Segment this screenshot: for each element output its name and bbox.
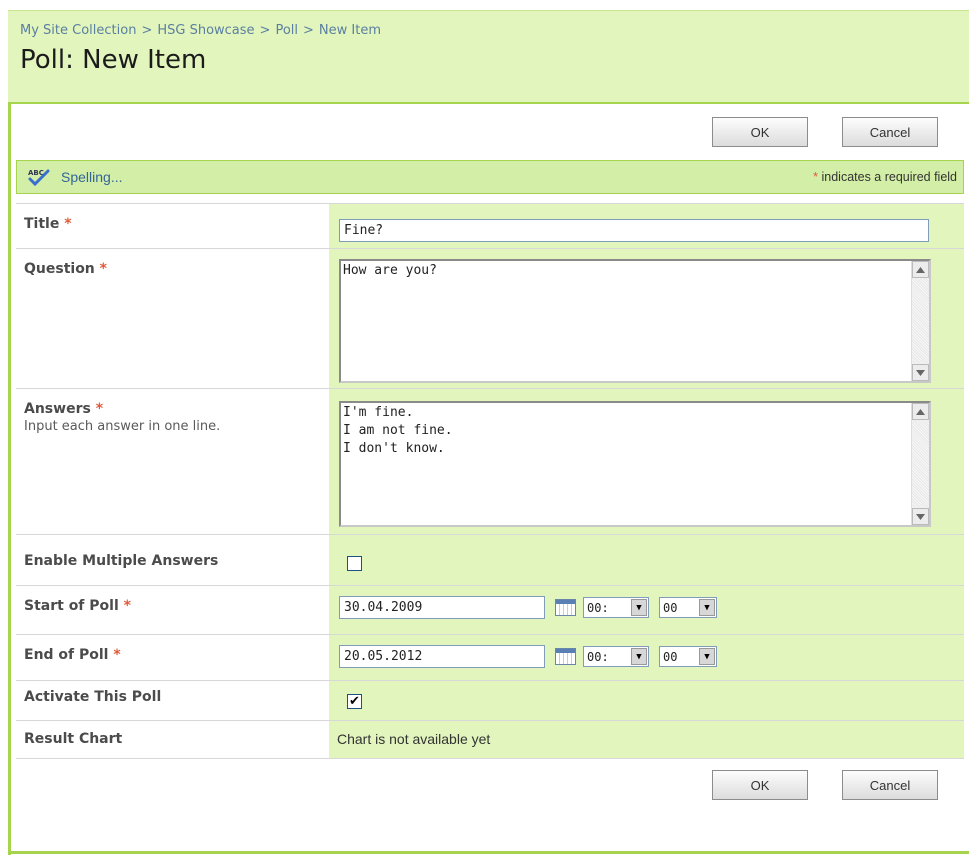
page-header: My Site Collection > HSG Showcase > Poll > New… — [8, 10, 969, 102]
multiple-answers-checkbox[interactable] — [347, 556, 362, 571]
answer-line: I am not fine. — [343, 423, 453, 438]
start-hour-select[interactable]: 00: ▼ — [583, 597, 649, 618]
answer-line: I don't know. — [343, 441, 445, 456]
spellcheck-icon[interactable]: ABC — [27, 167, 51, 187]
chevron-down-icon[interactable]: ▼ — [631, 599, 647, 616]
required-marker: * — [813, 170, 819, 184]
calendar-icon[interactable] — [555, 648, 576, 665]
end-label: End of Poll * — [24, 647, 121, 663]
breadcrumb-item-current: New Item — [318, 23, 382, 38]
multiple-answers-label: Enable Multiple Answers — [24, 553, 219, 569]
end-hour-select[interactable]: 00: ▼ — [583, 646, 649, 667]
breadcrumb-item-site-collection[interactable]: My Site Collection — [20, 23, 136, 38]
form-divider — [16, 758, 964, 759]
ok-button-bottom[interactable]: OK — [712, 770, 808, 800]
breadcrumb-item-poll[interactable]: Poll — [275, 23, 298, 38]
scroll-up-icon[interactable] — [912, 403, 929, 420]
question-text: How are you? — [343, 263, 437, 278]
title-row: Title * Fine? — [16, 203, 964, 248]
end-date-input[interactable]: 20.05.2012 — [339, 645, 545, 668]
start-date-input[interactable]: 30.04.2009 — [339, 596, 545, 619]
breadcrumb-item-showcase[interactable]: HSG Showcase — [157, 23, 254, 38]
required-field-note: * indicates a required field — [813, 170, 957, 184]
start-row: Start of Poll * 30.04.2009 00: ▼ 00 ▼ — [16, 585, 964, 634]
answer-line: I'm fine. — [343, 405, 414, 420]
required-marker: * — [99, 261, 107, 277]
breadcrumb: My Site Collection > HSG Showcase > Poll > New… — [20, 23, 381, 38]
answers-label: Answers * — [24, 401, 104, 417]
question-label: Question * — [24, 261, 107, 277]
required-marker: * — [64, 216, 72, 232]
scrollbar[interactable] — [911, 403, 929, 525]
chevron-down-icon[interactable]: ▼ — [699, 599, 715, 616]
result-chart-row: Result Chart Chart is not available yet — [16, 720, 964, 758]
scroll-down-icon[interactable] — [912, 508, 929, 525]
page-title: Poll: New Item — [20, 45, 207, 75]
scrollbar[interactable] — [911, 261, 929, 381]
required-marker: * — [123, 598, 131, 614]
end-minute-select[interactable]: 00 ▼ — [659, 646, 717, 667]
spelling-link[interactable]: Spelling... — [61, 169, 122, 185]
answers-textarea[interactable]: I'm fine. I am not fine. I don't know. — [339, 401, 931, 527]
form-toolbar: ABC Spelling... * indicates a required f… — [16, 160, 964, 194]
calendar-icon[interactable] — [555, 599, 576, 616]
required-note-text: indicates a required field — [821, 170, 958, 184]
required-marker: * — [95, 401, 104, 417]
chevron-down-icon[interactable]: ▼ — [699, 648, 715, 665]
cancel-button-top[interactable]: Cancel — [842, 117, 938, 147]
result-chart-status: Chart is not available yet — [337, 731, 491, 747]
question-textarea[interactable]: How are you? — [339, 259, 931, 383]
end-row: End of Poll * 20.05.2012 00: ▼ 00 ▼ — [16, 634, 964, 680]
start-minute-select[interactable]: 00 ▼ — [659, 597, 717, 618]
title-input[interactable]: Fine? — [339, 219, 929, 242]
chevron-down-icon[interactable]: ▼ — [631, 648, 647, 665]
question-row: Question * How are you? — [16, 248, 964, 388]
panel-bottom-border — [8, 851, 969, 854]
scroll-up-icon[interactable] — [912, 261, 929, 278]
breadcrumb-separator: > — [141, 23, 153, 38]
start-label: Start of Poll * — [24, 598, 131, 614]
answers-row: Answers * Input each answer in one line.… — [16, 388, 964, 534]
scroll-down-icon[interactable] — [912, 364, 929, 381]
activate-row: Activate This Poll ✔ — [16, 680, 964, 720]
result-chart-label: Result Chart — [24, 731, 123, 747]
ok-button-top[interactable]: OK — [712, 117, 808, 147]
activate-checkbox[interactable]: ✔ — [347, 694, 362, 709]
title-label: Title * — [24, 216, 72, 232]
breadcrumb-separator: > — [259, 23, 271, 38]
answers-description: Input each answer in one line. — [24, 419, 221, 434]
cancel-button-bottom[interactable]: Cancel — [842, 770, 938, 800]
breadcrumb-separator: > — [303, 23, 314, 38]
activate-label: Activate This Poll — [24, 689, 162, 705]
required-marker: * — [113, 647, 121, 663]
multiple-answers-row: Enable Multiple Answers — [16, 534, 964, 585]
